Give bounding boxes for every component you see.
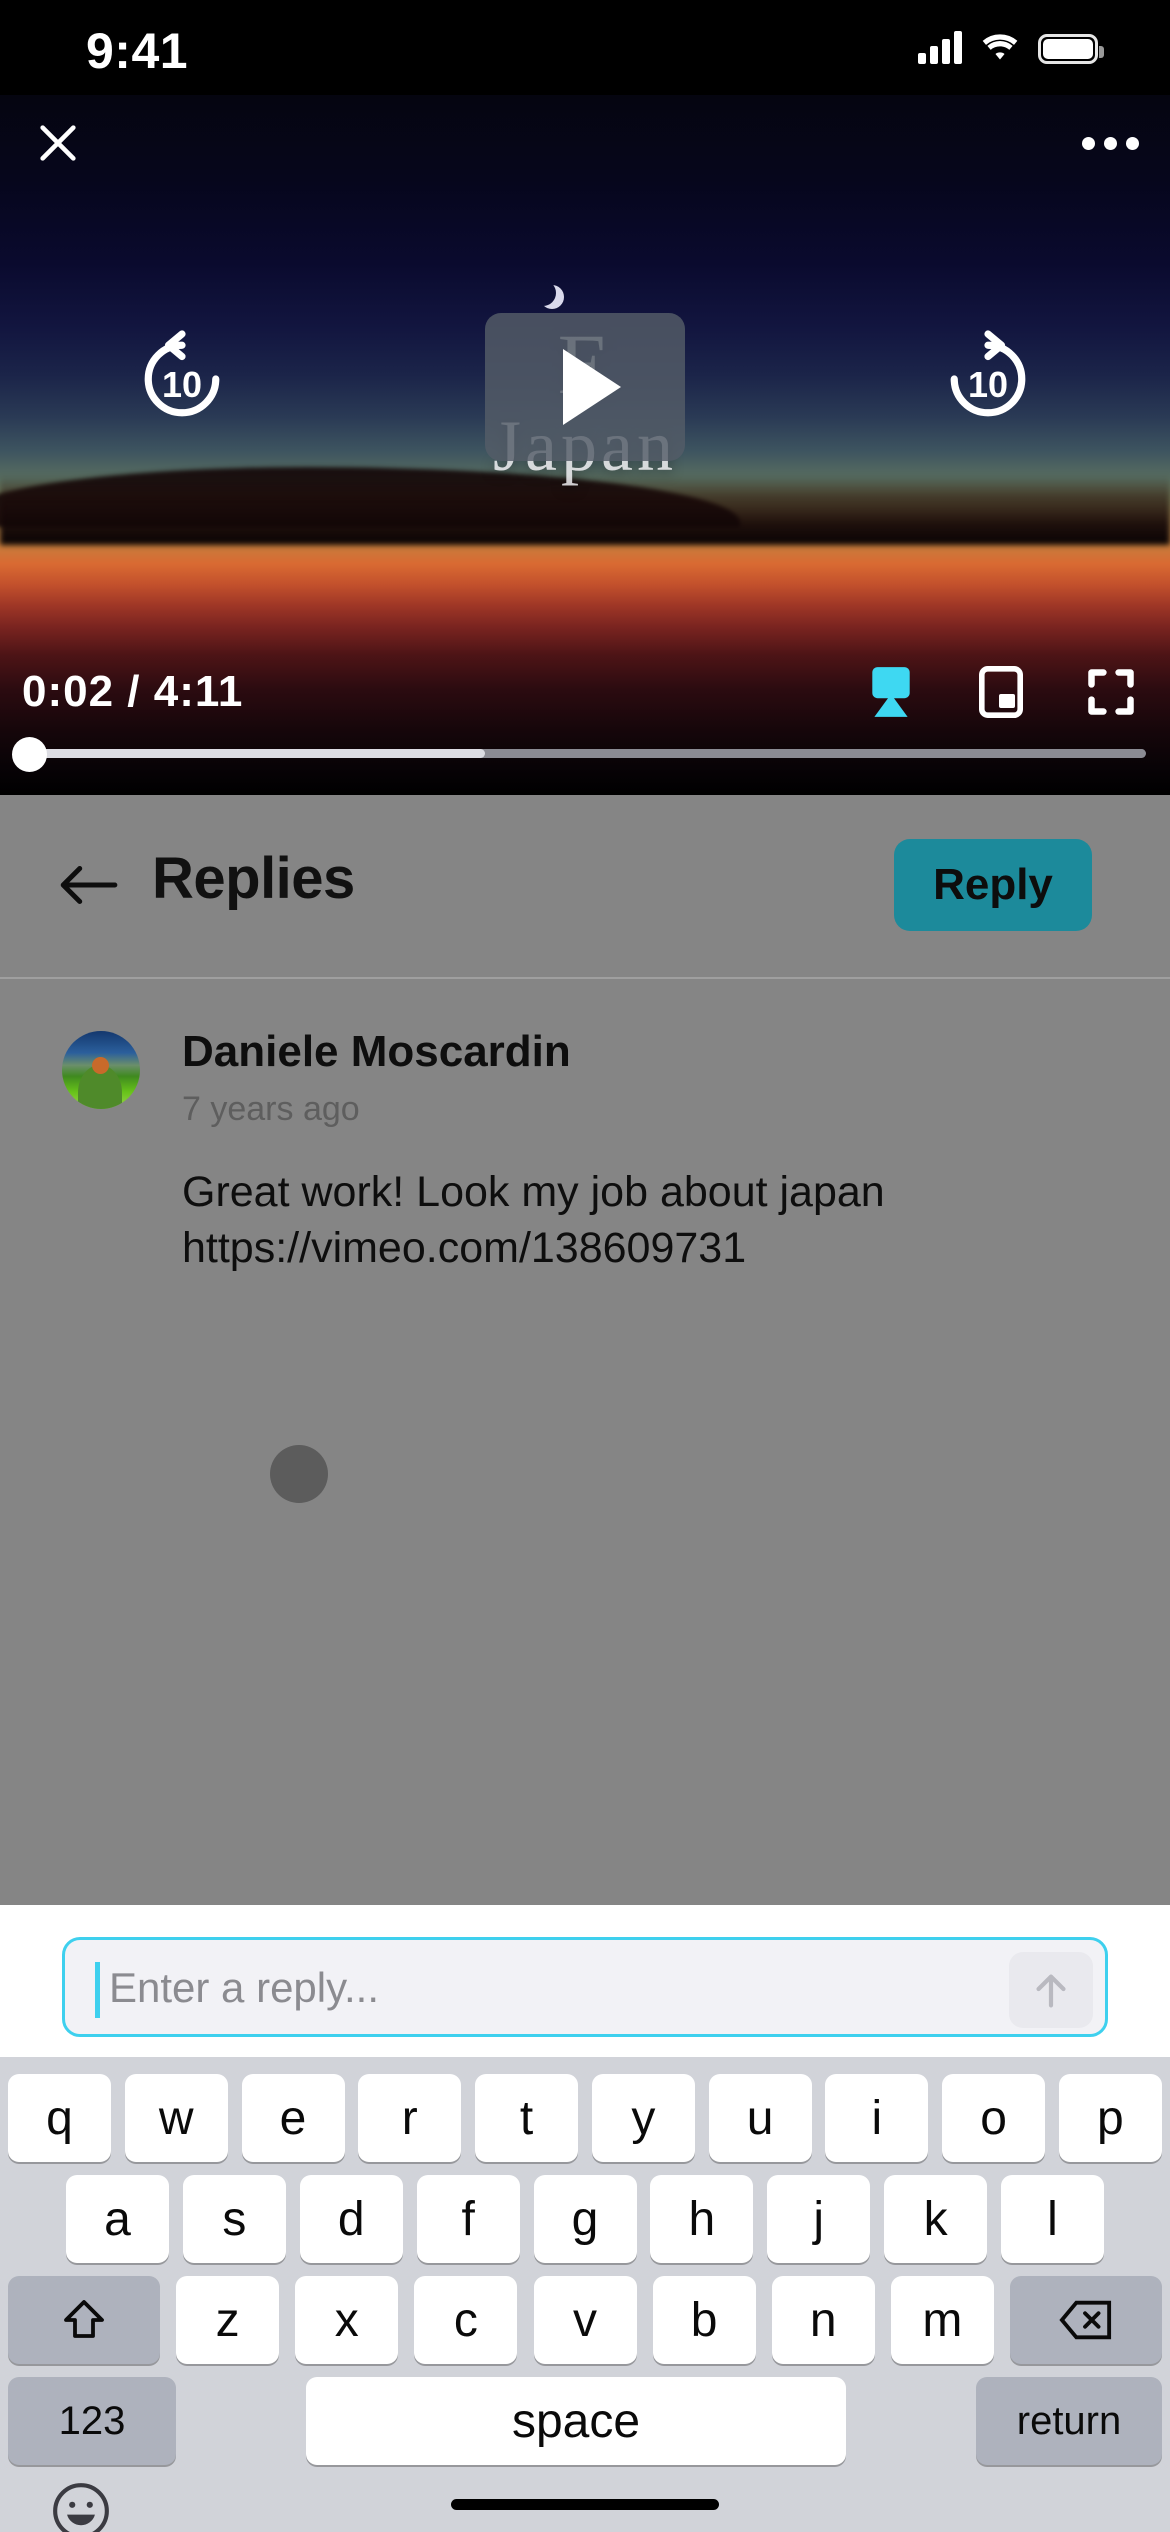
more-options-button[interactable] xyxy=(1074,107,1146,179)
rewind-10-label: 10 xyxy=(161,364,203,405)
home-indicator-bar xyxy=(451,2499,719,2510)
scrubber-handle[interactable] xyxy=(12,737,47,772)
key-v[interactable]: v xyxy=(533,2276,637,2364)
shift-key[interactable] xyxy=(8,2276,160,2364)
avatar-head xyxy=(92,1057,109,1074)
key-a[interactable]: a xyxy=(66,2175,169,2263)
space-key[interactable]: space xyxy=(306,2377,846,2465)
battery-full-icon xyxy=(1038,34,1104,64)
key-n[interactable]: n xyxy=(771,2276,875,2364)
play-triangle-icon xyxy=(563,349,621,425)
close-x-icon xyxy=(40,125,76,161)
phone-screen: 9:41 E Japan xyxy=(0,0,1170,2532)
key-h[interactable]: h xyxy=(650,2175,754,2263)
key-f[interactable]: f xyxy=(416,2175,520,2263)
key-i[interactable]: i xyxy=(825,2074,929,2162)
status-bar: 9:41 xyxy=(0,0,1170,95)
back-arrow-icon xyxy=(60,865,118,905)
key-d[interactable]: d xyxy=(299,2175,403,2263)
picture-in-picture-button[interactable] xyxy=(972,663,1030,721)
forward-10-button[interactable]: 10 xyxy=(934,325,1042,433)
key-m[interactable]: m xyxy=(890,2276,994,2364)
comment-author: Daniele Moscardin xyxy=(182,1027,571,1076)
numbers-key[interactable]: 123 xyxy=(8,2377,176,2465)
playback-controls: 10 10 xyxy=(0,313,1170,461)
key-r[interactable]: r xyxy=(358,2074,462,2162)
video-scrubber[interactable] xyxy=(0,733,1170,773)
video-player[interactable]: E Japan 10 xyxy=(0,95,1170,795)
wifi-icon xyxy=(982,34,1018,60)
scrubber-buffered xyxy=(26,749,486,758)
emoji-smiley-icon xyxy=(53,2483,109,2532)
comment-timestamp: 7 years ago xyxy=(182,1090,360,1128)
key-t[interactable]: t xyxy=(475,2074,579,2162)
horizon-silhouette xyxy=(0,475,1170,545)
fullscreen-button[interactable] xyxy=(1082,663,1140,721)
picture-in-picture-icon xyxy=(979,666,1023,718)
reply-input-bar: Enter a reply... xyxy=(0,1905,1170,2057)
key-y[interactable]: y xyxy=(591,2074,695,2162)
keyboard-row-4: 123 space return xyxy=(0,2377,1170,2465)
status-bar-icons xyxy=(918,30,1104,64)
key-g[interactable]: g xyxy=(533,2175,637,2263)
video-action-buttons xyxy=(862,663,1140,721)
moon-decoration xyxy=(530,280,556,306)
return-key[interactable]: return xyxy=(976,2377,1162,2465)
reply-input-field[interactable]: Enter a reply... xyxy=(62,1937,1108,2037)
reply-button[interactable]: Reply xyxy=(894,839,1092,931)
replies-header: Replies Reply xyxy=(0,795,1170,978)
onscreen-keyboard[interactable]: q w e r t y u i o p a s d f g h j k l z … xyxy=(0,2057,1170,2532)
back-button[interactable] xyxy=(50,847,126,923)
comment-text: Great work! Look my job about japan http… xyxy=(182,1168,885,1272)
send-button[interactable] xyxy=(1009,1952,1093,2028)
send-up-arrow-icon xyxy=(1036,1974,1066,2008)
video-time-display: 0:02 / 4:11 xyxy=(22,667,244,716)
scrubber-track[interactable] xyxy=(26,749,1146,758)
key-u[interactable]: u xyxy=(708,2074,812,2162)
fullscreen-icon xyxy=(1088,669,1134,715)
forward-10-label: 10 xyxy=(967,364,1009,405)
text-cursor xyxy=(95,1962,100,2018)
keyboard-row-2: a s d f g h j k l xyxy=(0,2175,1170,2263)
page-title: Replies xyxy=(152,846,355,911)
key-l[interactable]: l xyxy=(1001,2175,1104,2263)
key-x[interactable]: x xyxy=(295,2276,399,2364)
play-button[interactable] xyxy=(485,313,685,461)
keyboard-row-1: q w e r t y u i o p xyxy=(0,2074,1170,2162)
avatar[interactable] xyxy=(62,1031,140,1109)
airplay-button[interactable] xyxy=(862,663,920,721)
key-p[interactable]: p xyxy=(1058,2074,1162,2162)
airplay-icon xyxy=(872,667,910,717)
keyboard-row-3: z x c v b n m xyxy=(0,2276,1170,2364)
reply-input-placeholder: Enter a reply... xyxy=(109,1964,380,2011)
key-s[interactable]: s xyxy=(182,2175,286,2263)
key-k[interactable]: k xyxy=(884,2175,988,2263)
key-z[interactable]: z xyxy=(176,2276,280,2364)
backspace-delete-icon xyxy=(1059,2300,1112,2340)
loading-dot-icon xyxy=(270,1445,328,1503)
close-button[interactable] xyxy=(20,105,96,181)
emoji-button[interactable] xyxy=(50,2480,112,2532)
key-q[interactable]: q xyxy=(8,2074,111,2162)
more-options-ellipsis-icon xyxy=(1081,136,1095,150)
key-e[interactable]: e xyxy=(241,2074,345,2162)
rewind-10-button[interactable]: 10 xyxy=(128,325,236,433)
key-c[interactable]: c xyxy=(414,2276,518,2364)
key-w[interactable]: w xyxy=(124,2074,228,2162)
shift-arrow-icon xyxy=(64,2300,104,2338)
key-b[interactable]: b xyxy=(652,2276,756,2364)
key-o[interactable]: o xyxy=(942,2074,1046,2162)
backspace-key[interactable] xyxy=(1010,2276,1162,2364)
replies-panel: Replies Reply Daniele Moscardin 7 years … xyxy=(0,795,1170,1905)
header-divider xyxy=(0,977,1170,979)
key-j[interactable]: j xyxy=(767,2175,871,2263)
status-bar-time: 9:41 xyxy=(86,23,189,79)
cellular-signal-icon xyxy=(918,30,962,64)
